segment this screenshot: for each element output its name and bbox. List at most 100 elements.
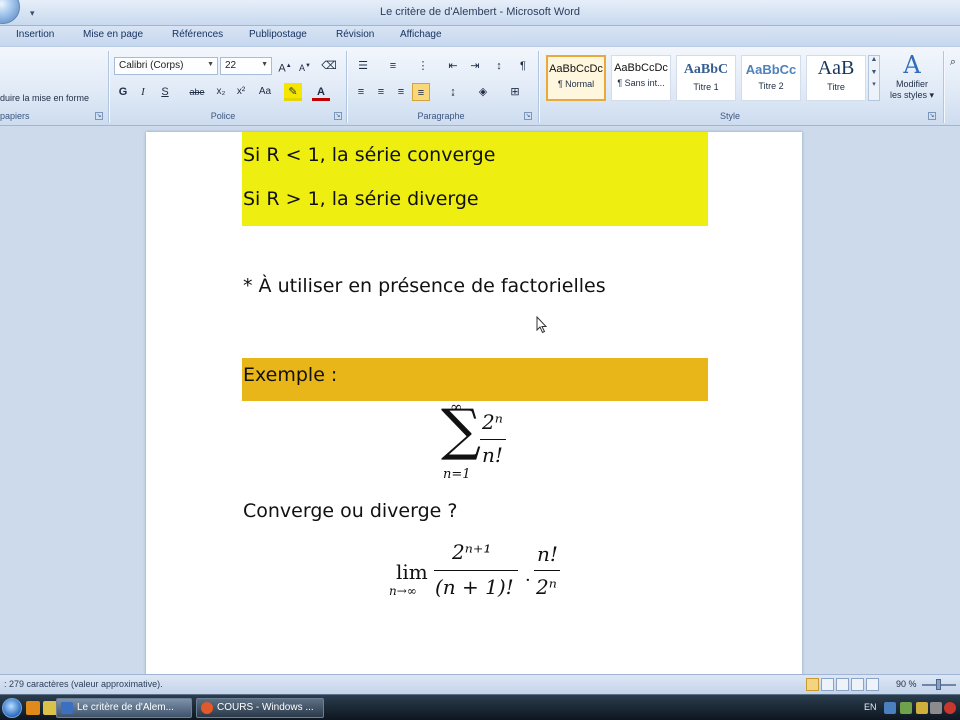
shrink-font-icon[interactable]: A▼ [296,57,314,75]
shading-icon[interactable]: ◈ [472,83,494,101]
justify-icon[interactable]: ≡ [412,83,430,101]
tab-mise-en-page[interactable]: Mise en page [83,29,143,40]
group-label-paragraphe: Paragraphe [417,111,465,121]
question-text: Converge ou diverge ? [243,500,458,522]
tray-close-icon[interactable] [944,702,956,714]
quicklaunch-explorer-icon[interactable] [43,701,57,715]
decrease-indent-icon[interactable]: ⇤ [444,57,462,75]
limit-numerator-1: 2ⁿ⁺¹ [452,540,492,564]
clipboard-dialog-launcher-icon[interactable]: ↘ [95,112,103,120]
tab-publipostage[interactable]: Publipostage [249,29,307,40]
limit-denominator-1: (n + 1)! [435,575,514,599]
tab-revision[interactable]: Révision [336,29,374,40]
pilcrow-icon[interactable]: ¶ [514,57,532,75]
font-dialog-launcher-icon[interactable]: ↘ [334,112,342,120]
style-normal[interactable]: AaBbCcDc ¶ Normal [546,55,606,101]
tab-insertion[interactable]: Insertion [16,29,54,40]
web-layout-icon[interactable] [836,678,849,691]
print-layout-icon[interactable] [806,678,819,691]
tray-network-icon[interactable] [884,702,896,714]
bold-button[interactable]: G [114,83,132,101]
clear-format-icon[interactable]: ⌫ [320,57,338,75]
taskbar-cours-window[interactable]: COURS - Windows ... [196,698,324,718]
modify-styles-label-2: les styles ▾ [889,90,935,100]
style-titre-1[interactable]: AaBbC Titre 1 [676,55,736,101]
styles-a-icon: A [903,51,921,79]
font-size-select[interactable]: 22 ▼ [220,57,272,75]
sum-denominator: n! [482,443,503,467]
style-titre-2[interactable]: AaBbCc Titre 2 [741,55,801,101]
highlight-color-icon[interactable]: ✎ [284,83,302,101]
align-center-icon[interactable]: ≡ [372,83,390,101]
chevron-down-icon[interactable]: ▼ [869,69,879,76]
increase-indent-icon[interactable]: ⇥ [466,57,484,75]
sum-numerator: 2ⁿ [482,410,503,434]
title-bar: ▾ Le critère de d'Alembert - Microsoft W… [0,0,960,26]
ribbon-tabs: Insertion Mise en page Références Publip… [0,26,960,46]
status-character-count: : 279 caractères (valeur approximative). [4,679,163,689]
start-button[interactable] [2,698,22,718]
style-preview: AaBbC [683,62,729,77]
find-icon[interactable]: ⌕ [946,53,960,71]
taskbar-cours-label: COURS - Windows ... [217,702,314,713]
group-label-clipboard: papiers [0,111,30,121]
taskbar-word-label: Le critère de d'Alem... [77,702,174,713]
outline-view-icon[interactable] [851,678,864,691]
style-dialog-launcher-icon[interactable]: ↘ [928,112,936,120]
line-spacing-icon[interactable]: ↨ [442,83,464,101]
tray-settings-icon[interactable] [930,702,942,714]
borders-icon[interactable]: ⊞ [502,83,528,101]
format-painter-button[interactable]: duire la mise en forme [0,93,89,103]
bullets-icon[interactable]: ☰ [352,57,374,75]
superscript-button[interactable]: x² [232,83,250,101]
change-case-button[interactable]: Aa [254,83,276,101]
font-size-value: 22 [225,60,237,71]
sum-lower-bound: n=1 [443,467,471,482]
chevron-down-icon: ▼ [207,61,214,68]
document-page[interactable]: Si R < 1, la série converge Si R > 1, la… [146,132,802,674]
strikethrough-button[interactable]: abe [186,83,208,101]
font-name-select[interactable]: Calibri (Corps) ▼ [114,57,218,75]
expand-gallery-icon[interactable]: ▾ [869,80,879,88]
grow-font-icon[interactable]: A▲ [276,57,294,75]
style-name: Titre 2 [758,81,784,91]
font-color-icon[interactable]: A [312,83,330,101]
quicklaunch-browser-icon[interactable] [26,701,40,715]
multiplication-dot: · [525,570,531,591]
italic-button[interactable]: I [134,83,152,101]
underline-button[interactable]: S [156,83,174,101]
zoom-level[interactable]: 90 % [896,679,917,689]
style-gallery-scrollbar[interactable]: ▲ ▼ ▾ [868,55,880,101]
style-titre[interactable]: AaB Titre [806,55,866,101]
fraction-bar [480,439,506,440]
full-screen-reading-icon[interactable] [821,678,834,691]
modify-styles-label-1: Modifier [895,79,928,89]
style-name: Titre 1 [693,82,719,92]
zoom-slider-thumb[interactable] [936,679,941,690]
example-label: Exemple : [243,364,338,386]
tab-affichage[interactable]: Affichage [400,29,442,40]
tray-app-icon[interactable] [916,702,928,714]
sort-icon[interactable]: ↕ [490,57,508,75]
style-name: ¶ Normal [557,79,595,89]
paragraph-dialog-launcher-icon[interactable]: ↘ [524,112,532,120]
draft-view-icon[interactable] [866,678,879,691]
browser-icon [201,702,213,714]
ribbon: duire la mise en forme papiers ↘ Calibri… [0,46,960,126]
style-name: ¶ Sans int... [617,78,665,88]
numbering-icon[interactable]: ≡ [382,57,404,75]
taskbar-word-window[interactable]: Le critère de d'Alem... [56,698,192,718]
modify-styles-button[interactable]: A Modifier les styles ▾ [884,51,940,109]
style-preview: AaBbCcDc [614,62,668,74]
align-right-icon[interactable]: ≡ [392,83,410,101]
multilevel-list-icon[interactable]: ⋮ [412,57,434,75]
language-indicator[interactable]: EN [864,702,877,712]
subscript-button[interactable]: x₂ [212,83,230,101]
document-area[interactable]: Si R < 1, la série converge Si R > 1, la… [0,127,960,674]
align-left-icon[interactable]: ≡ [352,83,370,101]
tab-references[interactable]: Références [172,29,223,40]
chevron-up-icon[interactable]: ▲ [869,56,879,63]
style-sans-interligne[interactable]: AaBbCcDc ¶ Sans int... [611,55,671,101]
tray-volume-icon[interactable] [900,702,912,714]
style-name: Titre [827,82,845,92]
